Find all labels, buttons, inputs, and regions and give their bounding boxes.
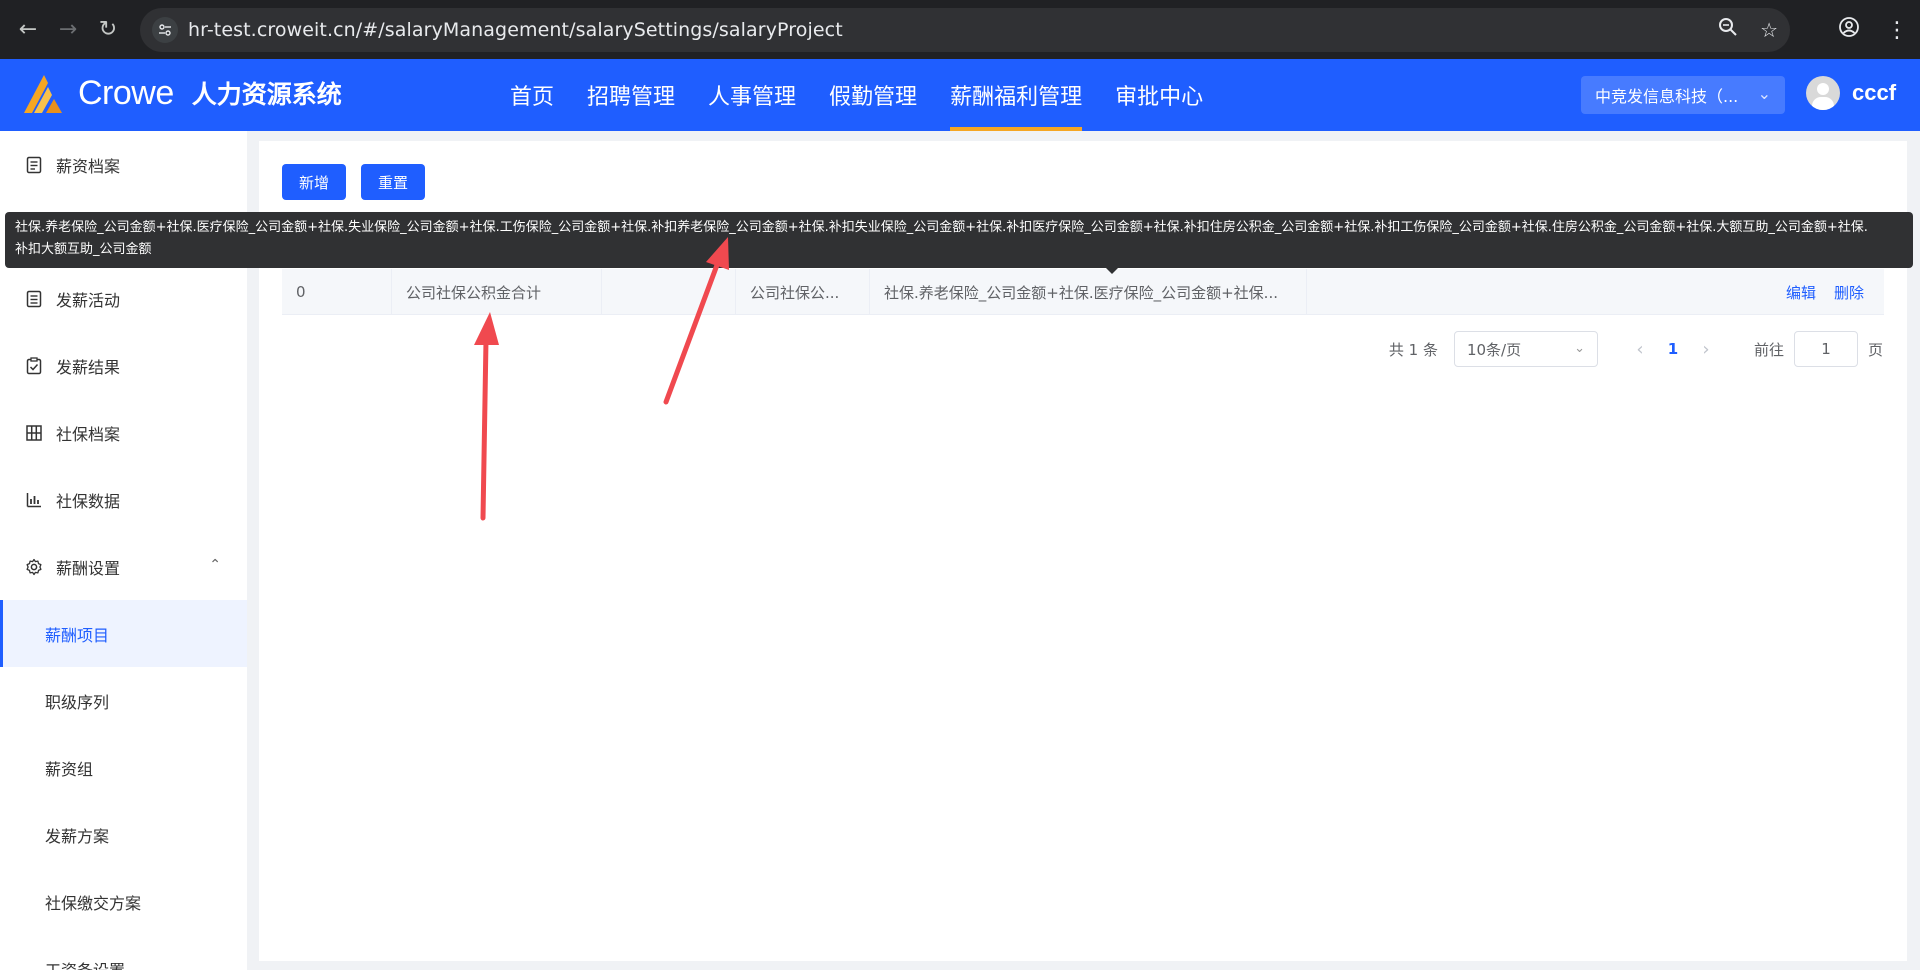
sidebar-item-salary-settings[interactable]: 薪酬设置 ⌃ bbox=[0, 533, 247, 600]
list-icon bbox=[24, 289, 44, 309]
chevron-down-icon: ⌄ bbox=[1757, 84, 1771, 103]
username[interactable]: cccf bbox=[1852, 80, 1896, 106]
url-text[interactable]: hr-test.croweit.cn/#/salaryManagement/sa… bbox=[188, 19, 843, 41]
sidebar-subitem-social-plan[interactable]: 社保缴交方案 bbox=[0, 868, 247, 935]
gear-icon bbox=[24, 557, 44, 577]
sidebar-subitem-payroll-plan[interactable]: 发薪方案 bbox=[0, 801, 247, 868]
pagination: 共 1 条 10条/页 ⌄ ‹ 1 › 前往 1 页 bbox=[1389, 330, 1883, 368]
table-cell-formula[interactable]: 社保.养老保险_公司金额+社保.医疗保险_公司金额+社保... bbox=[870, 269, 1307, 315]
bookmark-star-icon[interactable]: ☆ bbox=[1760, 18, 1778, 42]
goto-page-input[interactable]: 1 bbox=[1793, 331, 1858, 367]
more-menu-icon[interactable]: ⋮ bbox=[1886, 18, 1908, 43]
sidebar-subitem-payslip-settings[interactable]: 工资条设置 bbox=[0, 935, 247, 970]
sidebar-subitem-salary-group[interactable]: 薪资组 bbox=[0, 734, 247, 801]
avatar[interactable] bbox=[1806, 76, 1840, 110]
app-header: Crowe 人力资源系统 首页 招聘管理 人事管理 假勤管理 薪酬福利管理 审批… bbox=[0, 59, 1920, 131]
table-cell-empty bbox=[602, 269, 736, 315]
user-menu[interactable]: cccf bbox=[1806, 76, 1896, 110]
nav-attendance[interactable]: 假勤管理 bbox=[829, 59, 917, 131]
sidebar-item-label: 社保档案 bbox=[56, 424, 121, 444]
table-cell-item-name: 公司社保公积金合计 bbox=[392, 269, 602, 315]
grid-icon bbox=[24, 423, 44, 443]
logo-text: Crowe bbox=[78, 73, 174, 112]
logo[interactable]: Crowe 人力资源系统 bbox=[22, 71, 342, 115]
sidebar-subitem-salary-project[interactable]: 薪酬项目 bbox=[0, 600, 247, 667]
chevron-down-icon: ⌄ bbox=[1574, 341, 1585, 356]
chevron-up-icon[interactable]: ⌃ bbox=[209, 557, 221, 573]
document-icon bbox=[24, 155, 44, 175]
browser-toolbar: ← → ↻ hr-test.croweit.cn/#/salaryManagem… bbox=[0, 0, 1920, 59]
address-bar[interactable]: hr-test.croweit.cn/#/salaryManagement/sa… bbox=[140, 7, 1790, 52]
profile-icon[interactable] bbox=[1838, 16, 1860, 44]
add-button[interactable]: 新增 bbox=[282, 164, 346, 200]
site-info-icon[interactable] bbox=[152, 16, 178, 43]
prev-page-icon[interactable]: ‹ bbox=[1622, 339, 1658, 360]
goto-label: 前往 bbox=[1753, 340, 1784, 359]
top-nav: 首页 招聘管理 人事管理 假勤管理 薪酬福利管理 审批中心 bbox=[510, 59, 1236, 131]
bar-chart-icon bbox=[24, 490, 44, 510]
tooltip-arrow bbox=[1106, 268, 1118, 274]
sidebar-item-payroll-activity[interactable]: 发薪活动 bbox=[0, 265, 247, 332]
sidebar-item-label: 薪资档案 bbox=[56, 156, 121, 176]
nav-compensation[interactable]: 薪酬福利管理 bbox=[950, 59, 1083, 131]
sidebar-item-salary-archive[interactable]: 薪资档案 bbox=[0, 131, 247, 198]
system-name: 人力资源系统 bbox=[191, 80, 342, 109]
zoom-icon[interactable] bbox=[1718, 17, 1738, 42]
sidebar-item-label: 社保数据 bbox=[56, 491, 121, 511]
formula-tooltip: 社保.养老保险_公司金额+社保.医疗保险_公司金额+社保.失业保险_公司金额+社… bbox=[5, 212, 1913, 274]
sidebar-item-label: 发薪活动 bbox=[56, 290, 121, 310]
tooltip-line-2: 补扣大额互助_公司金额 bbox=[15, 242, 152, 257]
edit-link[interactable]: 编辑 bbox=[1786, 282, 1816, 303]
table-row[interactable]: 0 公司社保公积金合计 公司社保公... 社保.养老保险_公司金额+社保.医疗保… bbox=[282, 269, 1884, 315]
page-number[interactable]: 1 bbox=[1658, 340, 1688, 358]
page-size-select[interactable]: 10条/页 ⌄ bbox=[1453, 331, 1598, 367]
sidebar-item-payroll-result[interactable]: 发薪结果 bbox=[0, 332, 247, 399]
table-cell-sort: 0 bbox=[282, 269, 392, 315]
next-page-icon[interactable]: › bbox=[1688, 339, 1724, 360]
forward-icon[interactable]: → bbox=[48, 10, 88, 50]
nav-personnel[interactable]: 人事管理 bbox=[708, 59, 796, 131]
sidebar-item-label: 薪酬设置 bbox=[56, 558, 121, 578]
sidebar-item-social-data[interactable]: 社保数据 bbox=[0, 466, 247, 533]
sidebar-item-label: 发薪结果 bbox=[56, 357, 121, 377]
pagination-total: 共 1 条 bbox=[1388, 340, 1438, 359]
page-suffix: 页 bbox=[1867, 340, 1883, 359]
back-icon[interactable]: ← bbox=[8, 10, 48, 50]
check-clipboard-icon bbox=[24, 356, 44, 376]
reload-icon[interactable]: ↻ bbox=[88, 10, 128, 50]
table-cell-operations: 编辑 删除 bbox=[1307, 269, 1884, 315]
nav-recruitment[interactable]: 招聘管理 bbox=[587, 59, 675, 131]
nav-home[interactable]: 首页 bbox=[510, 59, 554, 131]
sidebar-subitem-rank-sequence[interactable]: 职级序列 bbox=[0, 667, 247, 734]
table-cell-description: 公司社保公... bbox=[736, 269, 870, 315]
page-size-value: 10条/页 bbox=[1466, 340, 1522, 359]
crowe-logo-icon bbox=[22, 71, 70, 115]
reset-button[interactable]: 重置 bbox=[361, 164, 425, 200]
nav-approval[interactable]: 审批中心 bbox=[1115, 59, 1203, 131]
company-name: 中竞发信息科技（... bbox=[1595, 87, 1739, 106]
sidebar-item-social-archive[interactable]: 社保档案 bbox=[0, 399, 247, 466]
company-select[interactable]: 中竞发信息科技（... ⌄ bbox=[1581, 76, 1785, 114]
delete-link[interactable]: 删除 bbox=[1834, 282, 1864, 303]
tooltip-line-1: 社保.养老保险_公司金额+社保.医疗保险_公司金额+社保.失业保险_公司金额+社… bbox=[15, 220, 1868, 235]
